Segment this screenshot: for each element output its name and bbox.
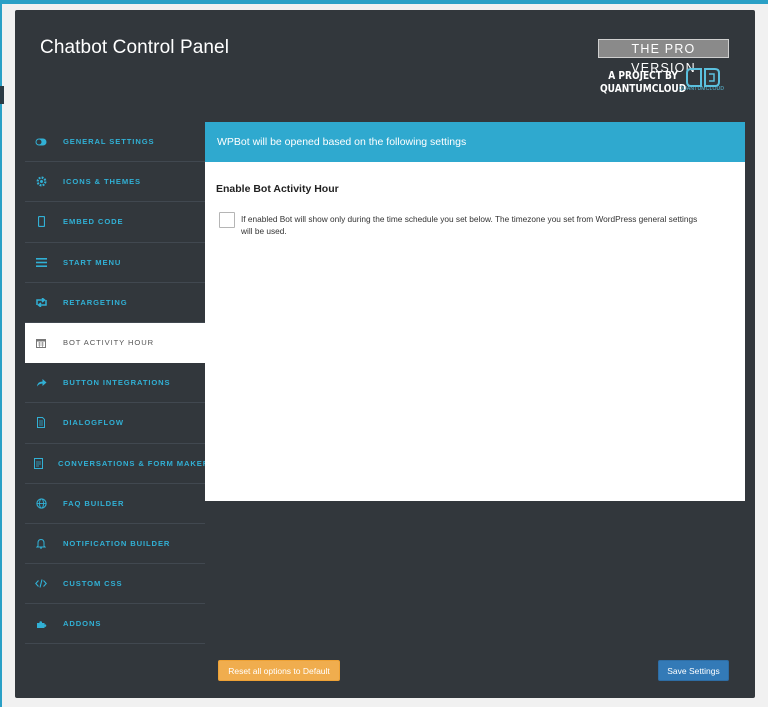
sidebar-item-label: CONVERSATIONS & FORM MAKER (58, 458, 210, 468)
puzzle-icon (34, 617, 48, 631)
project-by-line1: A PROJECT BY (608, 69, 678, 82)
sidebar-item-label: START MENU (63, 257, 122, 267)
sidebar-item-label: BOT ACTIVITY HOUR (63, 338, 154, 348)
globe-icon (34, 496, 48, 510)
sidebar-item-embed-code[interactable]: EMBED CODE (25, 202, 205, 243)
sidebar-item-retargeting[interactable]: RETARGETING (25, 283, 205, 323)
menu-icon (34, 255, 48, 269)
sidebar-item-label: GENERAL SETTINGS (63, 137, 155, 147)
share-icon (34, 376, 48, 390)
sidebar-item-icons-and-themes[interactable]: ICONS & THEMES (25, 162, 205, 203)
sidebar-item-start-menu[interactable]: START MENU (25, 243, 205, 283)
logo-caption: QUANTUMCLOUD (679, 86, 725, 92)
sidebar-item-label: BUTTON INTEGRATIONS (63, 378, 171, 388)
sidebar-item-label: FAQ BUILDER (63, 498, 125, 508)
retweet-icon (34, 295, 48, 309)
sidebar-item-label: EMBED CODE (63, 217, 124, 227)
settings-content: WPBot will be opened based on the follow… (205, 122, 745, 501)
gear-icon (34, 175, 48, 189)
sidebar-item-label: ICONS & THEMES (63, 177, 141, 187)
project-by-line2: QUANTUMCLOUD (600, 82, 687, 95)
left-edge-mark (0, 86, 4, 104)
pro-version-badge[interactable]: THE PRO VERSION (598, 39, 729, 75)
bell-icon (34, 536, 48, 550)
toggle-icon (34, 135, 48, 149)
sidebar-item-label: RETARGETING (63, 297, 128, 307)
sidebar-item-notification-builder[interactable]: NOTIFICATION BUILDER (25, 524, 205, 565)
checkbox-description: If enabled Bot will show only during the… (241, 214, 698, 236)
mobile-icon (34, 215, 48, 229)
sidebar-item-label: DIALOGFLOW (63, 418, 124, 428)
sidebar-item-general-settings[interactable]: GENERAL SETTINGS (25, 122, 205, 163)
sidebar-item-bot-activity-hour[interactable]: BOT ACTIVITY HOUR (25, 322, 205, 364)
section-title: Enable Bot Activity Hour (216, 183, 339, 195)
sidebar-item-conversations-and-form-maker[interactable]: CONVERSATIONS & FORM MAKER (25, 444, 208, 484)
reset-defaults-button[interactable]: Reset all options to Default (218, 660, 340, 681)
sidebar-nav: GENERAL SETTINGS ICONS & THEMES EMBED CODE… (25, 122, 208, 645)
enable-activity-hour-checkbox[interactable] (219, 212, 235, 228)
sidebar-item-label: CUSTOM CSS (63, 579, 123, 589)
sidebar-item-label: ADDONS (63, 619, 102, 629)
left-accent-strip (0, 4, 2, 707)
calendar-icon (34, 336, 48, 350)
save-settings-button[interactable]: Save Settings (658, 660, 729, 681)
project-by-text: A PROJECT BY QUANTUMCLOUD (600, 69, 686, 95)
control-panel: Chatbot Control Panel THE PRO VERSION A … (15, 10, 755, 698)
sidebar-item-dialogflow[interactable]: DIALOGFLOW (25, 403, 205, 444)
code-icon (34, 577, 48, 591)
file-icon (34, 416, 48, 430)
sidebar-item-faq-builder[interactable]: FAQ BUILDER (25, 484, 205, 524)
top-accent-strip (0, 0, 768, 4)
sidebar-item-custom-css[interactable]: CUSTOM CSS (25, 564, 205, 605)
sidebar-item-label: NOTIFICATION BUILDER (63, 538, 171, 548)
sidebar-item-button-integrations[interactable]: BUTTON INTEGRATIONS (25, 363, 205, 404)
content-header: WPBot will be opened based on the follow… (205, 122, 745, 162)
form-icon (34, 456, 43, 470)
page-title: Chatbot Control Panel (40, 37, 230, 58)
sidebar-item-addons[interactable]: ADDONS (25, 604, 205, 645)
